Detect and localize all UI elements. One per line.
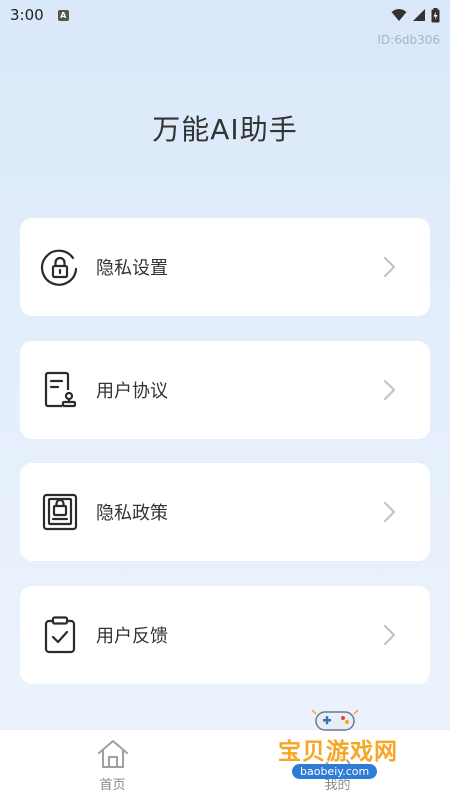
- app-title: 万能AI助手: [152, 113, 298, 146]
- menu-item-user-feedback[interactable]: 用户反馈: [20, 586, 430, 684]
- chevron-right-icon: [383, 256, 396, 278]
- battery-icon: [431, 7, 440, 22]
- clipboard-check-icon: [40, 615, 80, 655]
- tab-mine-label: 我的: [324, 777, 351, 793]
- menu-item-privacy-policy[interactable]: 隐私政策: [20, 463, 430, 561]
- document-stamp-icon: [40, 370, 80, 410]
- menu-label: 隐私政策: [96, 503, 168, 524]
- wifi-icon: [391, 9, 407, 21]
- menu-label: 用户协议: [96, 381, 168, 402]
- bottom-navigation: 首页 我的: [0, 729, 450, 800]
- tab-home[interactable]: 首页: [0, 730, 225, 800]
- status-time: 3:00: [10, 6, 44, 24]
- notification-icon: A: [57, 9, 69, 21]
- chevron-right-icon: [383, 501, 396, 523]
- chevron-right-icon: [383, 624, 396, 646]
- signal-icon: [413, 9, 425, 21]
- menu-item-privacy-settings[interactable]: 隐私设置: [20, 218, 430, 316]
- menu-item-user-agreement[interactable]: 用户协议: [20, 341, 430, 439]
- menu-label: 用户反馈: [96, 626, 168, 647]
- menu-label: 隐私设置: [96, 258, 168, 279]
- chevron-right-icon: [383, 379, 396, 401]
- device-id-label: ID:6db306: [377, 33, 440, 47]
- lock-circle-icon: [40, 247, 80, 287]
- tab-home-label: 首页: [99, 777, 126, 793]
- status-bar: 3:00 A: [0, 0, 450, 30]
- lock-document-icon: [40, 492, 80, 532]
- tab-mine[interactable]: 我的: [225, 730, 450, 800]
- user-icon: [324, 740, 351, 767]
- home-icon: [97, 739, 128, 768]
